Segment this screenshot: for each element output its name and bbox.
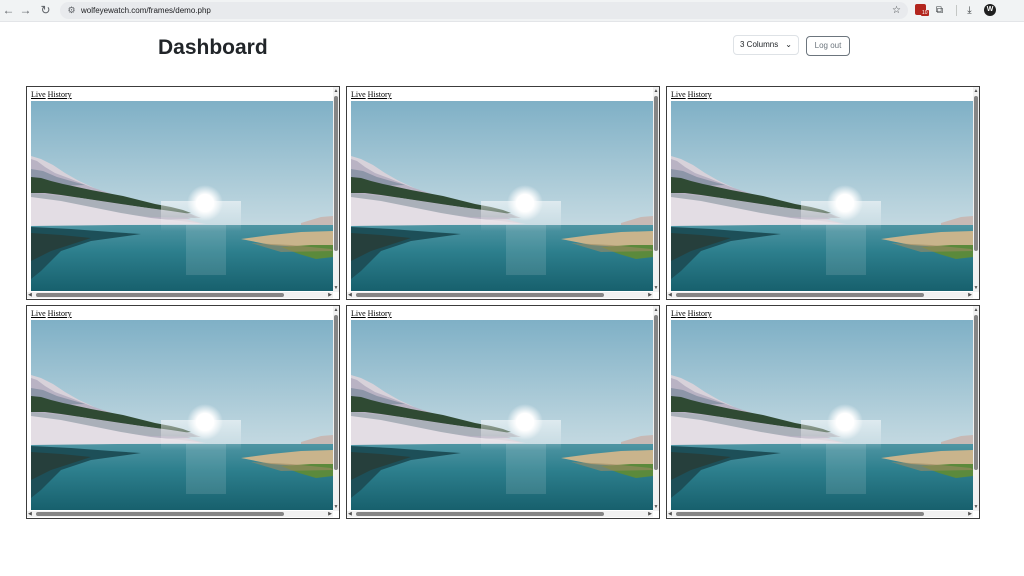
horizontal-scrollbar[interactable]: ◀ ▶ xyxy=(667,292,973,298)
columns-select-value: 3 Columns xyxy=(740,40,779,49)
scroll-right-icon[interactable]: ▶ xyxy=(648,292,652,298)
vertical-scrollbar[interactable]: ▲ ▼ xyxy=(973,87,979,292)
vertical-scrollbar[interactable]: ▲ ▼ xyxy=(973,306,979,511)
scroll-left-icon[interactable]: ◀ xyxy=(28,511,32,517)
horizontal-scroll-thumb[interactable] xyxy=(676,293,924,297)
camera-image xyxy=(31,320,333,510)
horizontal-scrollbar[interactable]: ◀ ▶ xyxy=(27,292,333,298)
scroll-up-icon[interactable]: ▲ xyxy=(333,88,339,94)
horizontal-scroll-thumb[interactable] xyxy=(356,512,604,516)
horizontal-scroll-thumb[interactable] xyxy=(676,512,924,516)
scroll-left-icon[interactable]: ◀ xyxy=(668,511,672,517)
camera-image xyxy=(671,320,973,510)
back-icon[interactable]: ← xyxy=(0,2,17,19)
live-link[interactable]: Live xyxy=(351,90,366,99)
scroll-up-icon[interactable]: ▲ xyxy=(333,307,339,313)
scroll-down-icon[interactable]: ▼ xyxy=(973,285,979,291)
page-title: Dashboard xyxy=(158,36,268,59)
download-icon[interactable]: ⤓ xyxy=(962,3,977,18)
forward-icon[interactable]: → xyxy=(17,2,34,19)
horizontal-scrollbar[interactable]: ◀ ▶ xyxy=(27,511,333,517)
history-link[interactable]: History xyxy=(688,90,712,99)
vertical-scrollbar[interactable]: ▲ ▼ xyxy=(333,87,339,292)
toolbar-divider xyxy=(956,5,957,16)
site-info-icon[interactable]: ⚙ xyxy=(65,4,78,17)
star-icon[interactable]: ☆ xyxy=(890,4,903,17)
vertical-scroll-thumb[interactable] xyxy=(334,315,338,470)
camera-image xyxy=(351,101,653,291)
browser-toolbar: ← → ↻ ⚙ wolfeyewatch.com/frames/demo.php… xyxy=(0,0,1024,22)
vertical-scroll-thumb[interactable] xyxy=(654,315,658,470)
frame-links: Live History xyxy=(31,309,72,319)
scroll-left-icon[interactable]: ◀ xyxy=(348,511,352,517)
camera-image xyxy=(351,320,653,510)
scroll-down-icon[interactable]: ▼ xyxy=(333,504,339,510)
scroll-right-icon[interactable]: ▶ xyxy=(328,511,332,517)
vertical-scroll-thumb[interactable] xyxy=(974,96,978,251)
frame-links: Live History xyxy=(351,309,392,319)
columns-select[interactable]: 3 Columns ⌄ xyxy=(733,35,799,55)
vertical-scroll-thumb[interactable] xyxy=(974,315,978,470)
live-link[interactable]: Live xyxy=(31,309,46,318)
history-link[interactable]: History xyxy=(368,309,392,318)
vertical-scrollbar[interactable]: ▲ ▼ xyxy=(653,306,659,511)
horizontal-scroll-thumb[interactable] xyxy=(36,512,284,516)
horizontal-scrollbar[interactable]: ◀ ▶ xyxy=(667,511,973,517)
url-text[interactable]: wolfeyewatch.com/frames/demo.php xyxy=(81,2,211,19)
live-link[interactable]: Live xyxy=(671,309,686,318)
reload-icon[interactable]: ↻ xyxy=(37,2,54,19)
logout-button[interactable]: Log out xyxy=(806,36,850,56)
vertical-scrollbar[interactable]: ▲ ▼ xyxy=(653,87,659,292)
chevron-down-icon: ⌄ xyxy=(785,40,792,49)
scroll-up-icon[interactable]: ▲ xyxy=(973,307,979,313)
camera-image xyxy=(31,101,333,291)
camera-frame-3: Live History ▲ ▼ ◀ ▶ xyxy=(666,86,980,300)
frame-links: Live History xyxy=(351,90,392,100)
history-link[interactable]: History xyxy=(48,309,72,318)
live-link[interactable]: Live xyxy=(31,90,46,99)
scroll-down-icon[interactable]: ▼ xyxy=(333,285,339,291)
camera-frame-1: Live History ▲ ▼ ◀ ▶ xyxy=(26,86,340,300)
horizontal-scrollbar[interactable]: ◀ ▶ xyxy=(347,292,653,298)
horizontal-scroll-thumb[interactable] xyxy=(36,293,284,297)
live-link[interactable]: Live xyxy=(671,90,686,99)
history-link[interactable]: History xyxy=(48,90,72,99)
scroll-right-icon[interactable]: ▶ xyxy=(968,511,972,517)
horizontal-scroll-thumb[interactable] xyxy=(356,293,604,297)
scroll-down-icon[interactable]: ▼ xyxy=(973,504,979,510)
vertical-scroll-thumb[interactable] xyxy=(654,96,658,251)
scroll-down-icon[interactable]: ▼ xyxy=(653,504,659,510)
scroll-right-icon[interactable]: ▶ xyxy=(328,292,332,298)
scroll-down-icon[interactable]: ▼ xyxy=(653,285,659,291)
vertical-scrollbar[interactable]: ▲ ▼ xyxy=(333,306,339,511)
profile-avatar[interactable]: W xyxy=(984,4,996,16)
scroll-up-icon[interactable]: ▲ xyxy=(973,88,979,94)
scroll-up-icon[interactable]: ▲ xyxy=(653,307,659,313)
frame-links: Live History xyxy=(31,90,72,100)
scroll-right-icon[interactable]: ▶ xyxy=(648,511,652,517)
camera-frame-2: Live History ▲ ▼ ◀ ▶ xyxy=(346,86,660,300)
camera-frame-6: Live History ▲ ▼ ◀ ▶ xyxy=(666,305,980,519)
puzzle-icon[interactable]: ⧉ xyxy=(932,3,947,18)
scroll-right-icon[interactable]: ▶ xyxy=(968,292,972,298)
scroll-left-icon[interactable]: ◀ xyxy=(348,292,352,298)
history-link[interactable]: History xyxy=(368,90,392,99)
vertical-scroll-thumb[interactable] xyxy=(334,96,338,251)
extension-badge-count: 10 xyxy=(921,10,929,16)
history-link[interactable]: History xyxy=(688,309,712,318)
camera-frame-4: Live History ▲ ▼ ◀ ▶ xyxy=(26,305,340,519)
scroll-left-icon[interactable]: ◀ xyxy=(668,292,672,298)
camera-image xyxy=(671,101,973,291)
address-bar[interactable]: ⚙ wolfeyewatch.com/frames/demo.php ☆ xyxy=(60,2,908,19)
scroll-up-icon[interactable]: ▲ xyxy=(653,88,659,94)
camera-frame-5: Live History ▲ ▼ ◀ ▶ xyxy=(346,305,660,519)
scroll-left-icon[interactable]: ◀ xyxy=(28,292,32,298)
live-link[interactable]: Live xyxy=(351,309,366,318)
frame-links: Live History xyxy=(671,309,712,319)
horizontal-scrollbar[interactable]: ◀ ▶ xyxy=(347,511,653,517)
frame-links: Live History xyxy=(671,90,712,100)
